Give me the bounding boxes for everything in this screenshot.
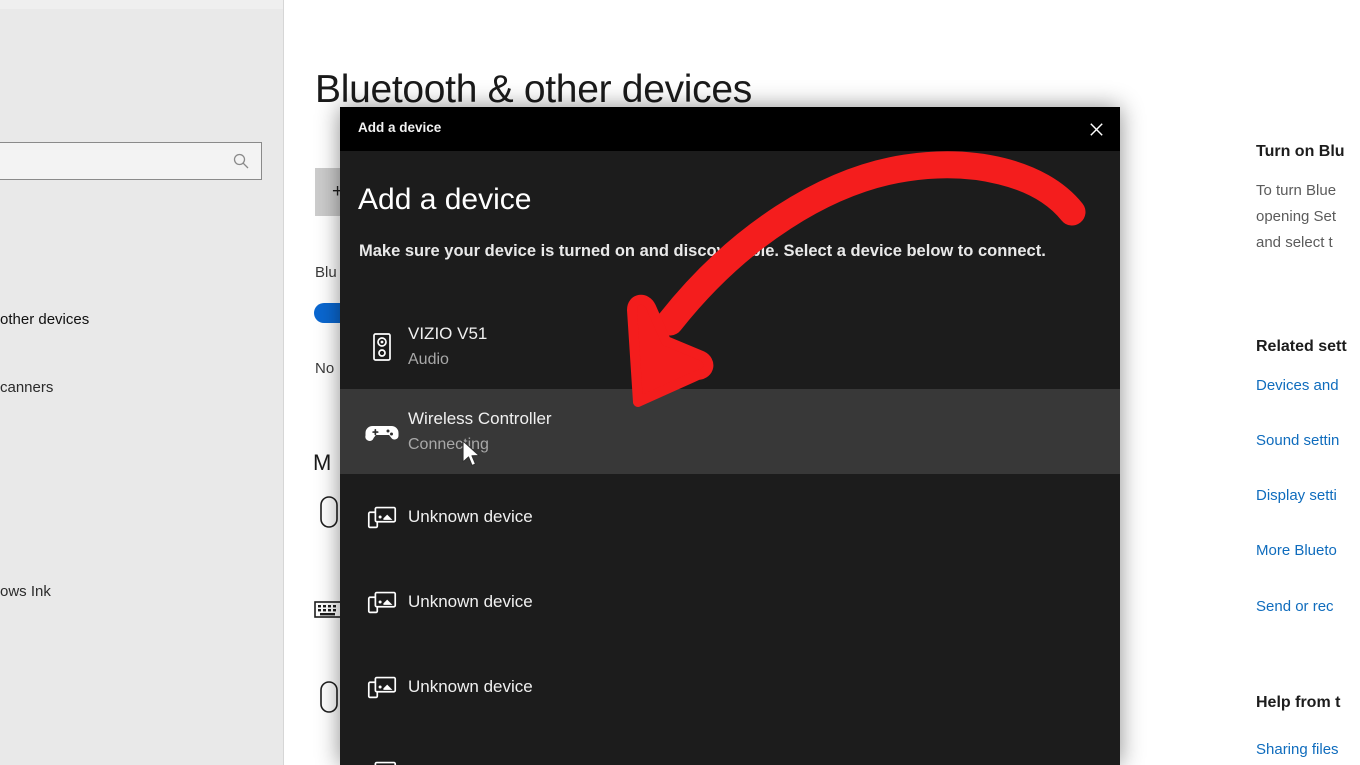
device-name: Unknown device <box>408 506 533 526</box>
sidebar-item-label: other devices <box>0 311 90 328</box>
link-sharing-files[interactable]: Sharing files <box>1256 741 1339 758</box>
device-name: VIZIO V51 <box>408 323 488 343</box>
sidebar-top-strip <box>0 0 283 9</box>
device-name: Unknown device <box>408 591 533 611</box>
search-input[interactable] <box>0 151 197 169</box>
link-send-or-receive-files[interactable]: Send or rec <box>1256 598 1334 615</box>
device-text: LE-Emily's Bose <box>408 759 531 765</box>
settings-sidebar: other devices canners ows Ink <box>0 0 284 765</box>
device-list-item[interactable]: LE-Emily's Bose <box>340 729 1120 765</box>
gamepad-icon <box>360 410 404 454</box>
devices-icon <box>360 495 404 539</box>
device-list[interactable]: VIZIO V51 Audio Wireless Controller Conn… <box>340 304 1120 765</box>
bluetooth-section-label: Blu <box>315 264 337 281</box>
link-devices-and-printers[interactable]: Devices and <box>1256 377 1339 394</box>
dialog-heading: Add a device <box>358 183 532 216</box>
devices-icon <box>360 580 404 624</box>
search-box[interactable] <box>0 142 262 180</box>
device-text: Unknown device <box>408 589 533 615</box>
link-more-bluetooth-options[interactable]: More Blueto <box>1256 542 1337 559</box>
device-text: Unknown device <box>408 674 533 700</box>
device-name: Unknown device <box>408 676 533 696</box>
device-name: LE-Emily's Bose <box>408 759 531 765</box>
link-sound-settings[interactable]: Sound settin <box>1256 432 1339 449</box>
help-from-web-heading: Help from t <box>1256 694 1341 711</box>
device-name: Wireless Controller <box>408 408 552 428</box>
sidebar-item-label: canners <box>0 379 54 396</box>
turn-on-bluetooth-body-line: To turn Blue <box>1256 182 1337 199</box>
right-info-panel: Turn on Blu To turn Blue opening Set and… <box>1256 0 1360 765</box>
device-text: Wireless Controller Connecting <box>408 406 552 458</box>
device-text: VIZIO V51 Audio <box>408 321 487 373</box>
mouse-section-heading: M <box>313 450 332 475</box>
turn-on-bluetooth-body-line: opening Set <box>1256 208 1337 225</box>
device-status: Audio <box>408 350 449 368</box>
link-display-settings[interactable]: Display setti <box>1256 487 1337 504</box>
add-a-device-dialog: Add a device Add a device Make sure your… <box>340 107 1120 765</box>
sidebar-item-bluetooth-other-devices[interactable]: other devices <box>0 300 280 340</box>
search-icon <box>231 151 251 171</box>
device-list-item[interactable]: Wireless Controller Connecting <box>340 389 1120 474</box>
device-status: Connecting <box>408 435 489 453</box>
turn-on-bluetooth-body-line: and select t <box>1256 234 1333 251</box>
sidebar-item-label: ows Ink <box>0 583 51 600</box>
close-button[interactable] <box>1072 107 1120 151</box>
devices-icon <box>360 665 404 709</box>
sidebar-item-printers-scanners[interactable]: canners <box>0 368 280 408</box>
dialog-titlebar: Add a device <box>340 107 1120 151</box>
page-title: Bluetooth & other devices <box>315 68 752 111</box>
device-list-item[interactable]: Unknown device <box>340 644 1120 729</box>
close-icon <box>1087 120 1106 139</box>
dialog-titlebar-title: Add a device <box>358 120 442 135</box>
device-text: Unknown device <box>408 504 533 530</box>
turn-on-bluetooth-heading: Turn on Blu <box>1256 143 1345 160</box>
device-list-item[interactable]: Unknown device <box>340 474 1120 559</box>
device-list-item[interactable]: VIZIO V51 Audio <box>340 304 1120 389</box>
speaker-icon <box>360 325 404 369</box>
bluetooth-status-text: No <box>315 360 335 377</box>
devices-icon <box>360 750 404 765</box>
sidebar-item-pen-windows-ink[interactable]: ows Ink <box>0 572 280 612</box>
dialog-description: Make sure your device is turned on and d… <box>359 242 1046 260</box>
related-settings-heading: Related sett <box>1256 338 1347 355</box>
device-list-item[interactable]: Unknown device <box>340 559 1120 644</box>
